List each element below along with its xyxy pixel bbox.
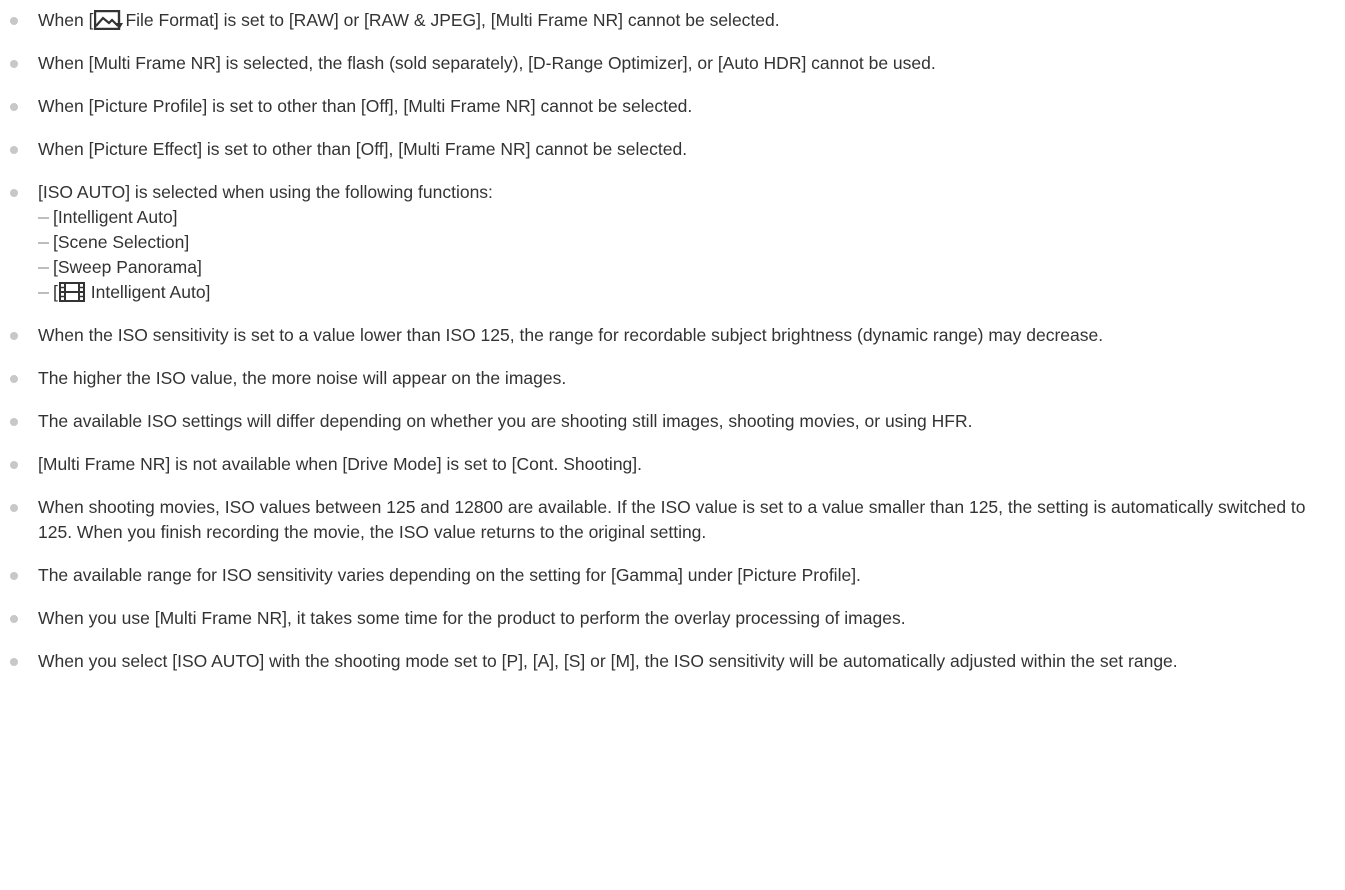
dash-icon: [38, 242, 49, 244]
dash-icon: [38, 217, 49, 219]
bullet-icon: [10, 504, 18, 512]
sub-list-item: [Sweep Panorama]: [38, 255, 1332, 280]
note-item: The available ISO settings will differ d…: [0, 409, 1332, 434]
note-item: [Multi Frame NR] is not available when […: [0, 452, 1332, 477]
note-item: When [ File Format] is set to [RAW] or [R…: [0, 8, 1332, 33]
bullet-icon: [10, 189, 18, 197]
note-text: [ISO AUTO] is selected when using the fo…: [38, 182, 493, 202]
note-text: When shooting movies, ISO values between…: [38, 497, 1306, 542]
sub-list-item: [Intelligent Auto]: [38, 205, 1332, 230]
sub-item-text: [Sweep Panorama]: [53, 257, 202, 277]
sub-item-text-suffix: Intelligent Auto]: [85, 282, 211, 302]
sub-list-item: [Scene Selection]: [38, 230, 1332, 255]
movie-film-icon: [58, 282, 85, 302]
dash-icon: [38, 267, 49, 269]
note-text: When [Multi Frame NR] is selected, the f…: [38, 53, 936, 73]
bullet-icon: [10, 332, 18, 340]
bullet-icon: [10, 146, 18, 154]
note-text: When you select [ISO AUTO] with the shoo…: [38, 651, 1178, 671]
note-item: The higher the ISO value, the more noise…: [0, 366, 1332, 391]
iso-auto-functions-list: [Intelligent Auto] [Scene Selection] [Sw…: [38, 205, 1332, 305]
bullet-icon: [10, 418, 18, 426]
note-item: The available range for ISO sensitivity …: [0, 563, 1332, 588]
note-item: When shooting movies, ISO values between…: [0, 495, 1332, 545]
note-text-prefix: When [: [38, 10, 94, 30]
sub-item-text-prefix: [: [53, 282, 58, 302]
sub-item-text: [Intelligent Auto]: [53, 207, 178, 227]
bullet-icon: [10, 572, 18, 580]
note-item: When you select [ISO AUTO] with the shoo…: [0, 649, 1332, 674]
note-text: When you use [Multi Frame NR], it takes …: [38, 608, 906, 628]
bullet-icon: [10, 17, 18, 25]
bullet-icon: [10, 375, 18, 383]
bullet-icon: [10, 103, 18, 111]
bullet-icon: [10, 658, 18, 666]
note-text: [Multi Frame NR] is not available when […: [38, 454, 643, 474]
sub-list-item: [ Intelligent Auto]: [38, 280, 1332, 305]
note-item: When you use [Multi Frame NR], it takes …: [0, 606, 1332, 631]
note-item: When [Picture Profile] is set to other t…: [0, 94, 1332, 119]
bullet-icon: [10, 60, 18, 68]
note-text: The available ISO settings will differ d…: [38, 411, 973, 431]
note-item: When [Picture Effect] is set to other th…: [0, 137, 1332, 162]
dash-icon: [38, 292, 49, 294]
note-text: The available range for ISO sensitivity …: [38, 565, 861, 585]
note-text: When [Picture Effect] is set to other th…: [38, 139, 688, 159]
note-item: When [Multi Frame NR] is selected, the f…: [0, 51, 1332, 76]
note-text: When the ISO sensitivity is set to a val…: [38, 325, 1104, 345]
note-text: The higher the ISO value, the more noise…: [38, 368, 567, 388]
note-item: [ISO AUTO] is selected when using the fo…: [0, 180, 1332, 305]
bullet-icon: [10, 615, 18, 623]
note-text: When [Picture Profile] is set to other t…: [38, 96, 693, 116]
notes-list: When [ File Format] is set to [RAW] or [R…: [0, 0, 1332, 674]
note-item: When the ISO sensitivity is set to a val…: [0, 323, 1332, 348]
note-text-suffix: File Format] is set to [RAW] or [RAW & J…: [125, 10, 780, 30]
still-image-icon: [94, 10, 124, 30]
bullet-icon: [10, 461, 18, 469]
sub-item-text: [Scene Selection]: [53, 232, 190, 252]
